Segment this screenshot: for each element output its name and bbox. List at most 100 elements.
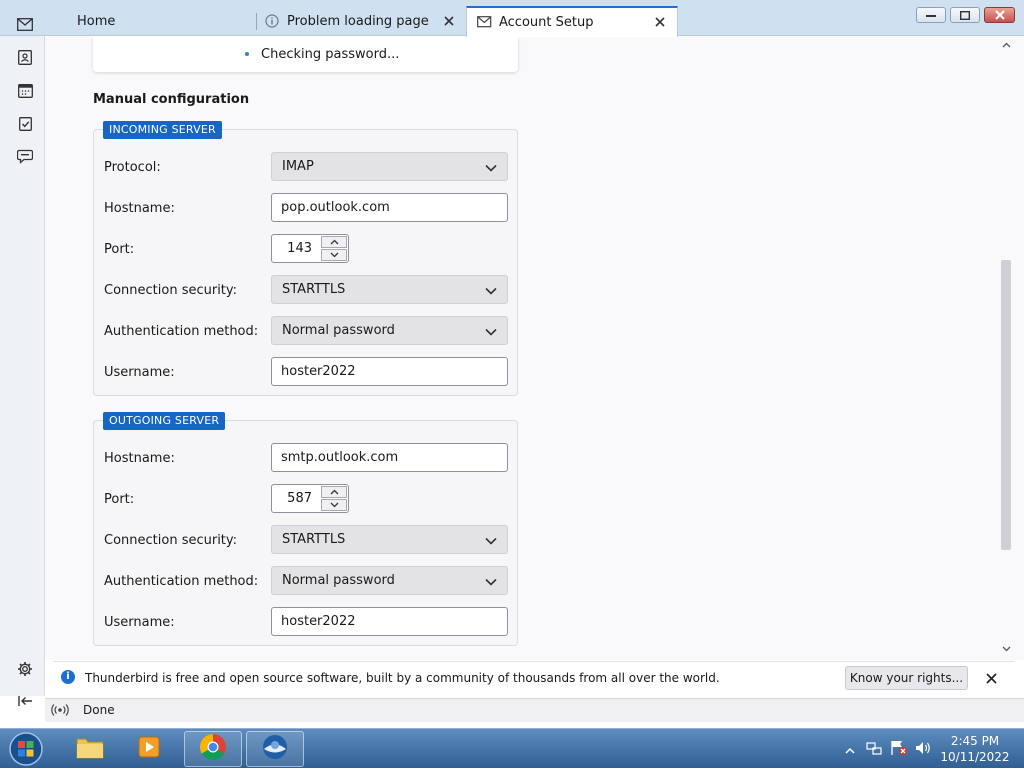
incoming-auth-value: Normal password [282,323,395,338]
taskbar: 2:45 PM 10/11/2022 [0,728,1024,768]
info-icon: i [61,670,75,684]
file-explorer-taskbar-button[interactable] [66,731,114,767]
tab-label: Home [77,14,116,29]
info-icon [265,14,279,32]
hostname-label: Hostname: [104,201,175,216]
vertical-scrollbar[interactable] [998,37,1014,660]
notification-bar: i Thunderbird is free and open source so… [53,661,1015,694]
tab-problem-loading[interactable]: Problem loading page [257,7,466,36]
scroll-thumb[interactable] [1001,260,1011,550]
increment-arrow-icon[interactable] [321,236,347,248]
chevron-down-icon [485,534,497,549]
calendar-icon[interactable] [13,78,37,102]
incoming-username-value: hoster2022 [281,364,356,379]
gear-icon[interactable] [13,657,37,681]
maximize-button[interactable] [950,7,980,23]
username-label: Username: [104,365,175,380]
outgoing-server-fieldset: OUTGOING SERVER Hostname: smtp.outlook.c… [93,412,518,646]
mail-settings-icon [477,16,492,33]
tab-label: Problem loading page [287,14,429,29]
incoming-server-legend: INCOMING SERVER [103,121,222,139]
close-icon[interactable] [440,12,458,30]
status-dot [245,52,249,56]
outgoing-port-stepper[interactable]: 587 [271,484,349,513]
protocol-label: Protocol: [104,160,161,175]
close-icon[interactable] [983,670,999,686]
address-book-icon[interactable] [13,45,37,69]
tab-label: Account Setup [499,15,594,30]
scroll-up-icon[interactable] [1001,40,1011,50]
authentication-method-label: Authentication method: [104,324,259,339]
folder-icon [75,734,105,764]
outgoing-security-select[interactable]: STARTTLS [271,525,508,554]
status-text: Done [83,703,115,717]
port-label: Port: [104,242,135,257]
close-icon[interactable] [651,13,669,31]
tab-home[interactable]: Home [60,7,256,36]
incoming-hostname-value: pop.outlook.com [281,200,390,215]
chat-icon[interactable] [13,144,37,168]
clock-date: 10/11/2022 [940,750,1010,764]
chrome-icon [198,732,228,766]
clock-time: 2:45 PM [950,734,1000,748]
outgoing-security-value: STARTTLS [282,532,346,547]
authentication-method-label: Authentication method: [104,574,259,589]
account-setup-content: Checking password... Manual configuratio… [45,37,1024,660]
connection-security-label: Connection security: [104,533,238,548]
outgoing-auth-select[interactable]: Normal password [271,566,508,595]
section-title: Manual configuration [93,92,250,107]
status-bar: Done [45,698,1024,722]
know-your-rights-button[interactable]: Know your rights... [845,666,968,690]
thunderbird-icon [260,732,290,766]
chevron-down-icon [485,325,497,340]
outgoing-hostname-input[interactable]: smtp.outlook.com [271,443,508,472]
hostname-label: Hostname: [104,451,175,466]
outgoing-username-value: hoster2022 [281,614,356,629]
collapse-sidebar-icon[interactable] [13,689,37,713]
media-player-icon [136,734,164,764]
chevron-down-icon [485,575,497,590]
tab-account-setup[interactable]: Account Setup [466,6,678,37]
protocol-value: IMAP [282,159,314,174]
volume-icon[interactable] [914,740,932,760]
chevron-down-icon [485,161,497,176]
incoming-auth-select[interactable]: Normal password [271,316,508,345]
notification-text: Thunderbird is free and open source soft… [85,671,720,685]
outgoing-username-input[interactable]: hoster2022 [271,607,508,636]
decrement-arrow-icon[interactable] [321,499,347,511]
status-card: Checking password... [93,37,518,72]
action-center-warning-icon[interactable] [890,740,908,760]
incoming-port-stepper[interactable]: 143 [271,234,349,263]
chrome-taskbar-button[interactable] [184,731,242,767]
network-icon[interactable] [866,740,882,760]
mail-icon[interactable] [13,12,37,36]
thunderbird-taskbar-button[interactable] [246,731,304,767]
title-bar: Home Problem loading page Account Setup [0,0,1024,37]
tasks-icon[interactable] [13,111,37,135]
outgoing-port-value: 587 [287,491,312,506]
protocol-select[interactable]: IMAP [271,152,508,181]
spaces-toolbar [0,36,45,696]
connection-security-label: Connection security: [104,283,238,298]
minimize-button[interactable] [916,7,946,23]
outgoing-hostname-value: smtp.outlook.com [281,450,399,465]
online-status-icon[interactable] [51,703,69,721]
incoming-security-select[interactable]: STARTTLS [271,275,508,304]
clock[interactable]: 2:45 PM 10/11/2022 [940,733,1010,765]
media-player-taskbar-button[interactable] [126,731,174,767]
outgoing-server-legend: OUTGOING SERVER [103,412,226,430]
outgoing-auth-value: Normal password [282,573,395,588]
decrement-arrow-icon[interactable] [321,249,347,261]
show-hidden-icons-icon[interactable] [845,743,855,758]
port-label: Port: [104,492,135,507]
close-window-button[interactable] [984,7,1015,23]
increment-arrow-icon[interactable] [321,486,347,498]
scroll-down-icon[interactable] [1001,644,1011,654]
incoming-username-input[interactable]: hoster2022 [271,357,508,386]
username-label: Username: [104,615,175,630]
status-text: Checking password... [261,47,400,62]
incoming-server-fieldset: INCOMING SERVER Protocol: IMAP Hostname:… [93,121,518,396]
incoming-security-value: STARTTLS [282,282,346,297]
start-button[interactable] [6,730,46,768]
incoming-hostname-input[interactable]: pop.outlook.com [271,193,508,222]
